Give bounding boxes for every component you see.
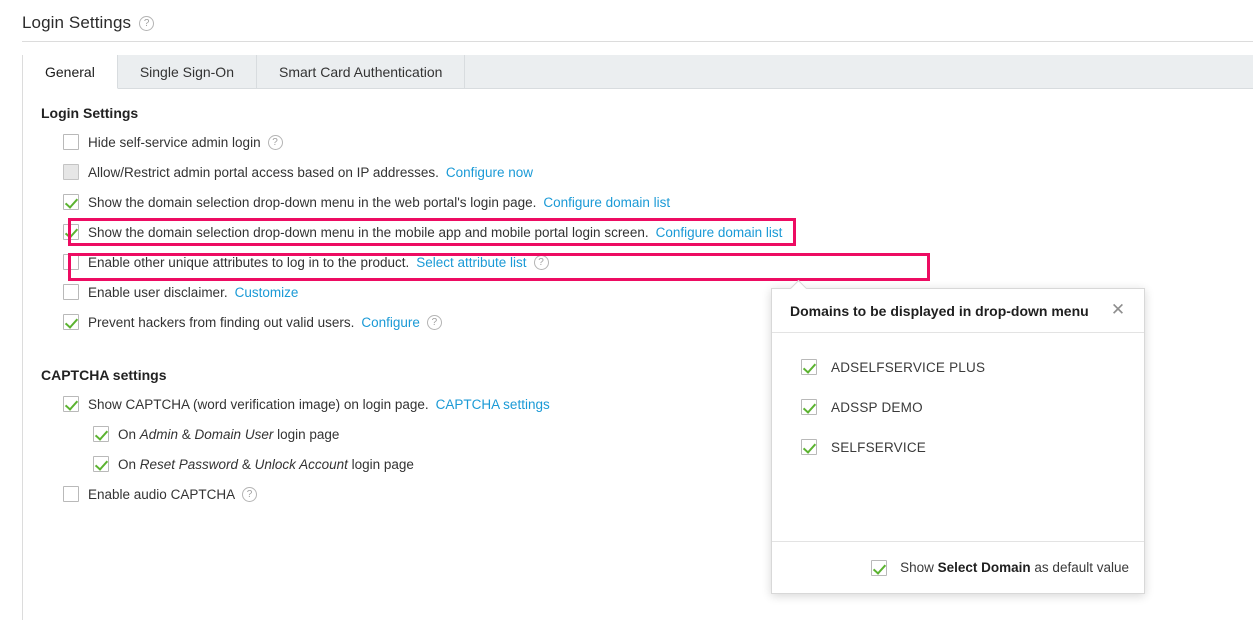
login-option-row-show-the-domain-selection-drop-down-menu-in-the-: Show the domain selection drop-down menu… bbox=[63, 187, 1253, 217]
link-customize[interactable]: Customize bbox=[235, 285, 299, 300]
footer-label-suffix: as default value bbox=[1031, 560, 1129, 575]
label-separator: & bbox=[238, 457, 255, 472]
popup-arrow bbox=[790, 280, 808, 289]
option-label: Enable other unique attributes to log in… bbox=[88, 255, 409, 270]
domain-list-item[interactable]: SELFSERVICE bbox=[772, 427, 1144, 467]
link-configure[interactable]: Configure bbox=[361, 315, 420, 330]
show-select-domain-default-label: Show Select Domain as default value bbox=[900, 560, 1129, 575]
label-emphasis-1: Reset Password bbox=[140, 457, 238, 472]
login-option-row-allow-restrict-admin-portal-access-based-on-ip-a: Allow/Restrict admin portal access based… bbox=[63, 157, 1253, 187]
label-prefix: On bbox=[118, 427, 140, 442]
page-title-help-icon[interactable]: ? bbox=[139, 16, 154, 31]
domain-list-item[interactable]: ADSELFSERVICE PLUS bbox=[772, 347, 1144, 387]
login-option-row-enable-other-unique-attributes-to-log-in-to-the-: Enable other unique attributes to log in… bbox=[63, 247, 1253, 277]
option-label: Enable audio CAPTCHA bbox=[88, 487, 235, 502]
domain-list-item[interactable]: ADSSP DEMO bbox=[772, 387, 1144, 427]
label-emphasis-1: Admin bbox=[140, 427, 178, 442]
login-settings-section-title: Login Settings bbox=[41, 105, 1253, 121]
checkbox-show-captcha-word-verification-image-on-login-pa[interactable] bbox=[63, 396, 79, 412]
page-title: Login Settings bbox=[22, 13, 131, 33]
tab-label: Single Sign-On bbox=[140, 64, 234, 80]
option-label: Show the domain selection drop-down menu… bbox=[88, 195, 536, 210]
domain-list-popup: Domains to be displayed in drop-down men… bbox=[771, 288, 1145, 594]
title-divider bbox=[22, 41, 1253, 42]
show-select-domain-default-checkbox[interactable] bbox=[871, 560, 887, 576]
tab-general[interactable]: General bbox=[23, 55, 118, 89]
domain-name: ADSSP DEMO bbox=[831, 400, 923, 415]
checkbox-hide-self-service-admin-login[interactable] bbox=[63, 134, 79, 150]
option-label: On Reset Password & Unlock Account login… bbox=[118, 457, 414, 472]
tab-label: General bbox=[45, 64, 95, 80]
label-emphasis-2: Domain User bbox=[195, 427, 274, 442]
login-option-row-show-the-domain-selection-drop-down-menu-in-the-: Show the domain selection drop-down menu… bbox=[63, 217, 1253, 247]
checkbox-reset-password-unlock-account[interactable] bbox=[93, 456, 109, 472]
checkbox-admin-domain-user[interactable] bbox=[93, 426, 109, 442]
checkbox-domain-adselfservice-plus[interactable] bbox=[801, 359, 817, 375]
help-icon[interactable]: ? bbox=[242, 487, 257, 502]
checkbox-domain-selfservice[interactable] bbox=[801, 439, 817, 455]
close-icon[interactable]: ✕ bbox=[1108, 301, 1128, 321]
footer-label-bold: Select Domain bbox=[938, 560, 1031, 575]
help-icon[interactable]: ? bbox=[427, 315, 442, 330]
popup-title: Domains to be displayed in drop-down men… bbox=[790, 303, 1108, 319]
option-label: Hide self-service admin login bbox=[88, 135, 261, 150]
checkbox-show-the-domain-selection-drop-down-menu-in-the-[interactable] bbox=[63, 194, 79, 210]
checkbox-enable-user-disclaimer[interactable] bbox=[63, 284, 79, 300]
popup-header: Domains to be displayed in drop-down men… bbox=[772, 289, 1144, 333]
footer-label-prefix: Show bbox=[900, 560, 938, 575]
tab-smart-card-authentication[interactable]: Smart Card Authentication bbox=[257, 55, 465, 88]
option-label: On Admin & Domain User login page bbox=[118, 427, 339, 442]
option-label: Enable user disclaimer. bbox=[88, 285, 228, 300]
link-configure-domain-list[interactable]: Configure domain list bbox=[543, 195, 670, 210]
checkbox-enable-other-unique-attributes-to-log-in-to-the-[interactable] bbox=[63, 254, 79, 270]
checkbox-allow-restrict-admin-portal-access-based-on-ip-a bbox=[63, 164, 79, 180]
tab-single-sign-on[interactable]: Single Sign-On bbox=[118, 55, 257, 88]
login-option-row-hide-self-service-admin-login: Hide self-service admin login? bbox=[63, 127, 1253, 157]
checkbox-enable-audio-captcha[interactable] bbox=[63, 486, 79, 502]
link-select-attribute-list[interactable]: Select attribute list bbox=[416, 255, 526, 270]
domain-name: SELFSERVICE bbox=[831, 440, 926, 455]
label-suffix: login page bbox=[348, 457, 414, 472]
help-icon[interactable]: ? bbox=[534, 255, 549, 270]
label-emphasis-2: Unlock Account bbox=[255, 457, 348, 472]
link-configure-now[interactable]: Configure now bbox=[446, 165, 533, 180]
label-prefix: On bbox=[118, 457, 140, 472]
checkbox-prevent-hackers-from-finding-out-valid-users[interactable] bbox=[63, 314, 79, 330]
option-label: Prevent hackers from finding out valid u… bbox=[88, 315, 354, 330]
domain-name: ADSELFSERVICE PLUS bbox=[831, 360, 985, 375]
tab-label: Smart Card Authentication bbox=[279, 64, 442, 80]
page-title-bar: Login Settings ? bbox=[22, 8, 1253, 38]
option-label: Allow/Restrict admin portal access based… bbox=[88, 165, 439, 180]
option-label: Show CAPTCHA (word verification image) o… bbox=[88, 397, 429, 412]
popup-footer: Show Select Domain as default value bbox=[772, 541, 1144, 593]
label-separator: & bbox=[178, 427, 195, 442]
label-suffix: login page bbox=[273, 427, 339, 442]
domain-list: ADSELFSERVICE PLUS ADSSP DEMO SELFSERVICE bbox=[772, 333, 1144, 541]
option-label: Show the domain selection drop-down menu… bbox=[88, 225, 649, 240]
checkbox-show-the-domain-selection-drop-down-menu-in-the-[interactable] bbox=[63, 224, 79, 240]
help-icon[interactable]: ? bbox=[268, 135, 283, 150]
checkbox-domain-adssp-demo[interactable] bbox=[801, 399, 817, 415]
link-configure-domain-list[interactable]: Configure domain list bbox=[656, 225, 783, 240]
tab-bar: General Single Sign-On Smart Card Authenti… bbox=[23, 55, 1253, 89]
link-captcha-settings[interactable]: CAPTCHA settings bbox=[436, 397, 550, 412]
